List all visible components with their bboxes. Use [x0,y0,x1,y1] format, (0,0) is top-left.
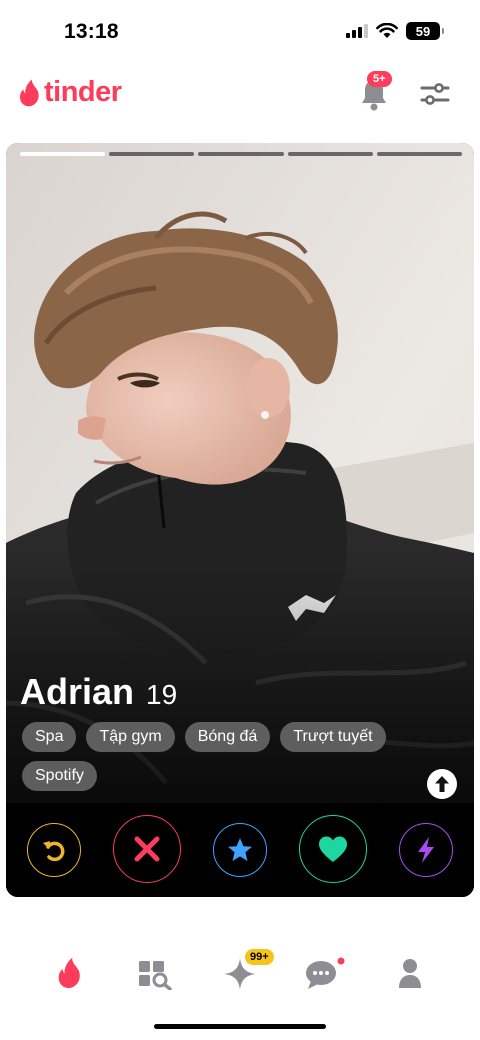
like-button[interactable] [299,815,367,883]
star-icon [228,838,252,861]
tab-swipe[interactable] [56,956,84,995]
tab-profile[interactable] [398,958,422,995]
rewind-icon [43,841,65,862]
tab-chat[interactable] [305,956,345,997]
sliders-icon [420,83,450,105]
profile-name: Adrian [20,671,135,712]
flame-logo-icon [19,79,39,106]
progress-segment [376,152,463,156]
interest-tag: Trượt tuyết [280,722,386,752]
x-icon [134,836,160,862]
progress-segment [198,152,284,156]
progress-segment [109,152,195,156]
tab-bar: 99+ [0,940,480,1010]
profile-name-row: Adrian 19 [20,671,177,713]
interest-tag: Tập gym [86,722,175,752]
profile-age: 19 [146,679,178,710]
interest-tag: Bóng đá [184,722,271,752]
interest-tag: Spa [22,722,77,752]
boost-button[interactable] [399,823,453,877]
interest-tag: Spotify [22,761,97,791]
filter-button[interactable] [420,80,450,113]
likes-badge: 99+ [245,949,274,965]
interest-tags: Spa Tập gym Bóng đá Trượt tuyết Spotify [22,722,402,791]
heart-icon [319,836,347,862]
progress-segment [287,152,373,156]
tinder-logo[interactable]: tinder [18,76,122,109]
battery-icon: 59 [406,22,444,40]
status-indicators: 59 [346,22,444,40]
app-header: tinder 5+ [0,62,480,126]
progress-segment [20,152,106,156]
super-like-button[interactable] [213,823,267,877]
notification-badge: 5+ [367,71,392,87]
explore-icon [139,961,172,991]
tab-explore[interactable] [138,960,172,995]
status-time: 13:18 [64,20,119,43]
signal-icon [346,24,368,38]
open-profile-button[interactable] [427,769,457,799]
status-bar: 13:18 59 [0,0,480,62]
home-indicator [154,1024,326,1029]
profile-icon [399,959,421,988]
rewind-button[interactable] [27,823,81,877]
flame-icon [58,957,80,989]
lightning-icon [418,837,434,863]
profile-card[interactable]: Adrian 19 Spa Tập gym Bóng đá Trượt tuyế… [6,143,474,897]
chat-icon [306,957,345,989]
arrow-up-icon [435,776,449,792]
action-bar [6,815,474,885]
photo-progress [20,152,463,156]
wifi-icon [376,23,398,39]
logo-text: tinder [44,76,122,108]
nope-button[interactable] [113,815,181,883]
